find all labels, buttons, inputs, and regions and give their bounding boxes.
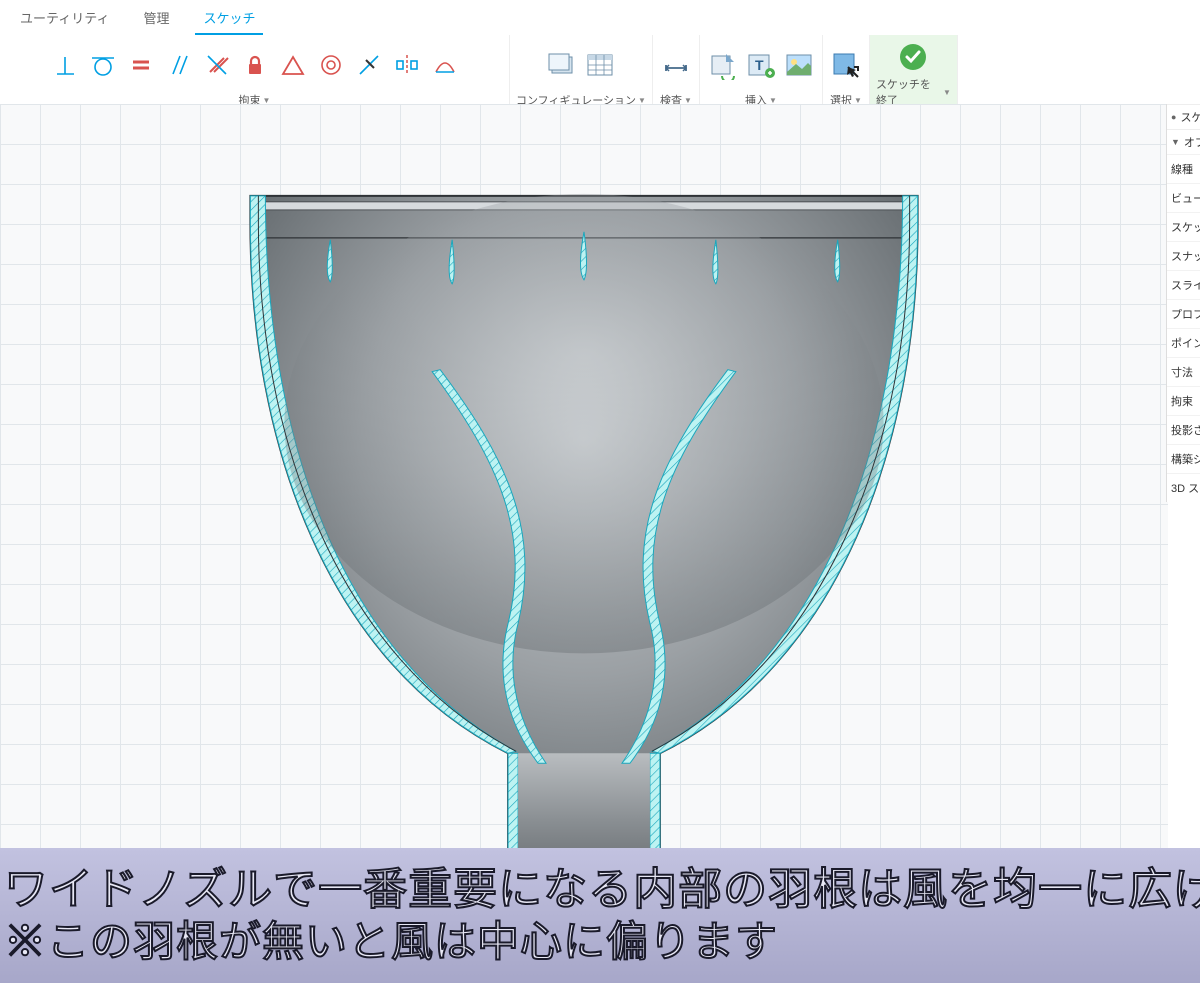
tab-manage[interactable]: 管理 xyxy=(135,4,177,35)
palette-item-5[interactable]: プロファ xyxy=(1167,299,1200,328)
palette-header-options[interactable]: ▼ オプ xyxy=(1167,129,1200,154)
constraint-group: 拘束▼ xyxy=(0,35,510,112)
ribbon-toolbar: 拘束▼ コンフィギュレーション▼ 検査▼ T 挿入▼ 選択▼ xyxy=(0,35,1200,113)
subtitle-line-2: ※この羽根が無いと風は中心に偏ります xyxy=(4,918,1196,966)
parallel-icon[interactable] xyxy=(162,48,196,82)
inspect-group: 検査▼ xyxy=(653,35,700,112)
palette-item-7[interactable]: 寸法 xyxy=(1167,357,1200,386)
select-group: 選択▼ xyxy=(823,35,870,112)
subtitle-line-1: ワイドノズルで一番重要になる内部の羽根は風を均一に広げます xyxy=(4,865,1196,916)
tab-utility[interactable]: ユーティリティ xyxy=(12,4,117,35)
palette-item-8[interactable]: 拘束 xyxy=(1167,386,1200,415)
palette-item-1[interactable]: ビュー正 xyxy=(1167,183,1200,212)
chevron-down-icon: ▼ xyxy=(1171,137,1180,147)
finish-sketch-button[interactable]: スケッチを終了▼ xyxy=(870,35,958,112)
config-group: コンフィギュレーション▼ xyxy=(510,35,653,112)
svg-text:T: T xyxy=(755,57,764,73)
insert-text-icon[interactable]: T xyxy=(744,48,778,82)
insert-group: T 挿入▼ xyxy=(700,35,823,112)
chevron-down-icon: ▼ xyxy=(943,88,951,97)
insert-derive-icon[interactable] xyxy=(706,48,740,82)
bullet-icon: ● xyxy=(1171,112,1176,122)
not-equal-icon[interactable] xyxy=(200,48,234,82)
palette-item-3[interactable]: スナップ xyxy=(1167,241,1200,270)
palette-header1-text: スケ xyxy=(1180,109,1200,125)
palette-item-2[interactable]: スケッチ xyxy=(1167,212,1200,241)
triangle-icon[interactable] xyxy=(276,48,310,82)
palette-item-6[interactable]: ポイント xyxy=(1167,328,1200,357)
select-icon[interactable] xyxy=(829,48,863,82)
palette-item-4[interactable]: スライス xyxy=(1167,270,1200,299)
main-tabs: ユーティリティ 管理 スケッチ xyxy=(0,0,1200,35)
equal-icon[interactable] xyxy=(124,48,158,82)
config-block-icon[interactable] xyxy=(545,48,579,82)
palette-item-9[interactable]: 投影さ xyxy=(1167,415,1200,444)
lock-icon[interactable] xyxy=(238,48,272,82)
tangent-icon[interactable] xyxy=(86,48,120,82)
curvature-icon[interactable] xyxy=(428,48,462,82)
palette-item-10[interactable]: 構築ジ xyxy=(1167,444,1200,473)
sketch-palette: ● スケ ▼ オプ 線種ビュー正スケッチスナップスライスプロファポイント寸法拘束投影… xyxy=(1166,104,1200,502)
palette-header-sketch[interactable]: ● スケ xyxy=(1167,104,1200,129)
symmetry-icon[interactable] xyxy=(390,48,424,82)
palette-item-0[interactable]: 線種 xyxy=(1167,154,1200,183)
insert-image-icon[interactable] xyxy=(782,48,816,82)
concentric-icon[interactable] xyxy=(314,48,348,82)
palette-item-11[interactable]: 3D スケ xyxy=(1167,473,1200,502)
subtitle-overlay: ワイドノズルで一番重要になる内部の羽根は風を均一に広げます ※この羽根が無いと風… xyxy=(0,848,1200,983)
coincident-icon[interactable] xyxy=(352,48,386,82)
measure-icon[interactable] xyxy=(659,48,693,82)
config-table-icon[interactable] xyxy=(583,48,617,82)
perpendicular-icon[interactable] xyxy=(48,48,82,82)
palette-header2-text: オプ xyxy=(1184,134,1200,150)
tab-sketch[interactable]: スケッチ xyxy=(195,4,263,35)
checkmark-icon xyxy=(897,41,929,73)
